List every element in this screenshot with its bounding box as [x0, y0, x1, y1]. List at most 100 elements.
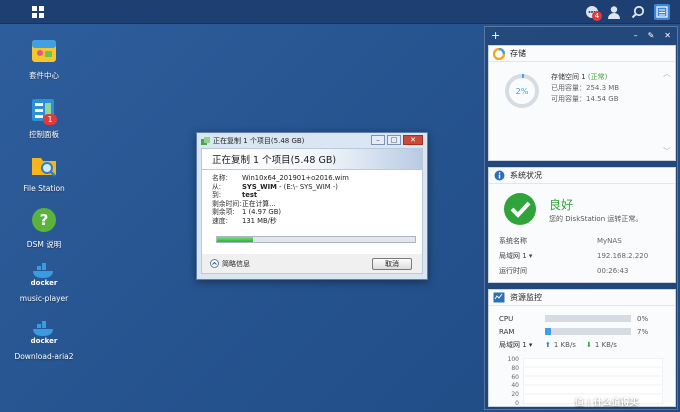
widgets-button[interactable]	[654, 4, 670, 20]
storage-widget-header: 存储	[489, 46, 675, 62]
cpu-row: CPU 0%	[499, 314, 649, 323]
copy-icon	[201, 136, 210, 145]
detail-row: 速度: 131 MB/秒	[212, 216, 277, 225]
volume-name: 存储空间 1 (正常)	[551, 73, 608, 81]
taskbar: 4	[0, 0, 680, 24]
minimize-button[interactable]: –	[371, 135, 385, 145]
monitor-icon	[493, 292, 505, 304]
progress-fill	[217, 237, 253, 242]
resource-monitor-title: 资源监控	[510, 293, 542, 302]
docker-icon: docker	[29, 260, 59, 290]
cpu-bar	[545, 315, 631, 322]
lan-selector[interactable]: 局域网 1 ▾	[499, 340, 545, 350]
less-info-toggle[interactable]: 简略信息	[210, 259, 250, 269]
destination-name[interactable]: test	[242, 191, 257, 199]
cancel-button[interactable]: 取消	[372, 257, 412, 270]
desktop-icon-file-station[interactable]: File Station	[14, 150, 74, 193]
volume-status: (正常)	[587, 73, 608, 81]
detail-row: 剩余时间: 正在计算...	[212, 199, 276, 208]
search-button[interactable]	[630, 4, 646, 20]
desktop-icon-label: 套件中心	[29, 71, 59, 80]
storage-widget: 存储 2% 存储空间 1 (正常) 已用容量：254.3 MB 可用容量：14.…	[488, 45, 676, 161]
network-row: 局域网 1 ▾ ⬆ 1 KB/s ⬇ 1 KB/s	[489, 338, 675, 351]
close-icon[interactable]: ✕	[664, 31, 671, 40]
watermark: 值 | 什么值得买	[575, 398, 639, 408]
source-name[interactable]: SYS_WIM	[242, 183, 277, 191]
chart-y-ticks: 100 80 60 40 20 0	[507, 356, 519, 407]
storage-icon	[493, 47, 505, 60]
detail-row: 名称: Win10x64_201901+o2016.wim	[212, 174, 349, 182]
main-menu-button[interactable]	[26, 0, 50, 24]
system-state: 良好	[549, 198, 574, 212]
resource-monitor-header: 资源监控	[489, 290, 675, 306]
package-center-icon	[29, 36, 59, 66]
add-widget-button[interactable]: +	[491, 29, 500, 42]
system-name-row: 系统名称 MyNAS	[499, 237, 622, 245]
detail-row: 剩余项: 1 (4.97 GB)	[212, 208, 282, 217]
dialog-heading: 正在复制 1 个项目(5.48 GB)	[201, 148, 423, 170]
docker-brand: docker	[30, 279, 58, 287]
desktop-icon-label: 控制面板	[29, 130, 59, 139]
dialog-window-title: 正在复制 1 个项目(5.48 GB)	[213, 136, 305, 145]
maximize-button[interactable]: □	[387, 135, 401, 145]
storage-percent: 2%	[515, 86, 529, 96]
desktop-icon-download-aria2[interactable]: docker Download-aria2	[14, 318, 74, 361]
copy-progress-bar	[216, 236, 416, 243]
docker-brand: docker	[30, 337, 58, 345]
ram-percent: 7%	[637, 327, 649, 336]
cpu-percent: 0%	[637, 314, 649, 323]
copy-progress-dialog: 正在复制 1 个项目(5.48 GB) – □ ✕ 正在复制 1 个项目(5.4…	[196, 132, 428, 280]
user-button[interactable]	[606, 4, 622, 20]
control-panel-icon: 1	[29, 95, 59, 125]
notifications-button[interactable]: 4	[584, 4, 602, 21]
notification-badge: 4	[592, 11, 602, 21]
desktop-icon-label: Download-aria2	[14, 352, 74, 361]
chevron-up-icon	[210, 259, 219, 268]
ram-bar	[545, 328, 631, 335]
folder-search-icon	[29, 150, 59, 180]
search-icon	[631, 5, 645, 19]
desktop-icon-label: File Station	[23, 184, 65, 193]
widget-panel-header: + – ✎ ✕	[485, 27, 677, 43]
close-button[interactable]: ✕	[403, 135, 423, 145]
storage-usage-ring: 2%	[503, 72, 541, 110]
chevron-up-icon[interactable]: ︿	[663, 68, 671, 79]
docker-icon: docker	[29, 318, 59, 348]
used-capacity: 已用容量：254.3 MB	[551, 84, 620, 92]
desktop-icon-dsm-help[interactable]: ? DSM 说明	[14, 205, 74, 250]
chevron-down-icon[interactable]: ﹀	[663, 146, 671, 157]
desktop-icon-label: music-player	[19, 294, 69, 303]
svg-text:?: ?	[40, 211, 49, 229]
system-health-header: 系统状况	[489, 168, 675, 184]
available-capacity: 可用容量：14.54 GB	[551, 95, 619, 103]
help-icon: ?	[29, 205, 59, 235]
download-rate: 1 KB/s	[594, 340, 617, 349]
collapse-icon[interactable]: –	[634, 31, 638, 40]
desktop-icon-control-panel[interactable]: 1 控制面板	[14, 95, 74, 140]
system-description: 您的 DiskStation 运转正常。	[549, 215, 643, 223]
upload-rate: 1 KB/s	[553, 340, 576, 349]
info-icon	[493, 170, 505, 182]
desktop-icon-package-center[interactable]: 套件中心	[14, 36, 74, 81]
grid-icon	[32, 6, 44, 18]
system-health-title: 系统状况	[510, 171, 542, 180]
check-circle-icon	[503, 192, 537, 228]
dialog-details: 名称: Win10x64_201901+o2016.wim 从: SYS_WIM -…	[201, 170, 423, 254]
upload-arrow-icon: ⬆	[545, 340, 551, 349]
storage-title: 存储	[510, 49, 526, 58]
download-arrow-icon: ⬇	[585, 340, 592, 349]
system-health-widget: 系统状况 良好 您的 DiskStation 运转正常。 系统名称 MyNAS 局…	[488, 167, 676, 283]
dialog-footer: 简略信息 取消	[201, 254, 423, 274]
detail-row: 到: test	[212, 191, 258, 200]
pin-icon[interactable]: ✎	[648, 31, 655, 40]
user-icon	[608, 6, 620, 19]
less-info-label: 简略信息	[222, 259, 250, 268]
uptime-row: 运行时间 00:26:43	[499, 267, 629, 275]
widget-panel: + – ✎ ✕ 存储 2% 存储空间 1 (正常) 已用容量：254.3 MB …	[484, 26, 678, 410]
ram-row: RAM 7%	[499, 327, 649, 336]
desktop-icon-label: DSM 说明	[26, 240, 62, 249]
widgets-icon	[656, 6, 668, 18]
lan-row[interactable]: 局域网 1 ▾ 192.168.2.220	[489, 249, 675, 264]
detail-row: 从: SYS_WIM - (E:\- SYS_WIM -)	[212, 182, 338, 191]
desktop-icon-music-player[interactable]: docker music-player	[14, 260, 74, 303]
